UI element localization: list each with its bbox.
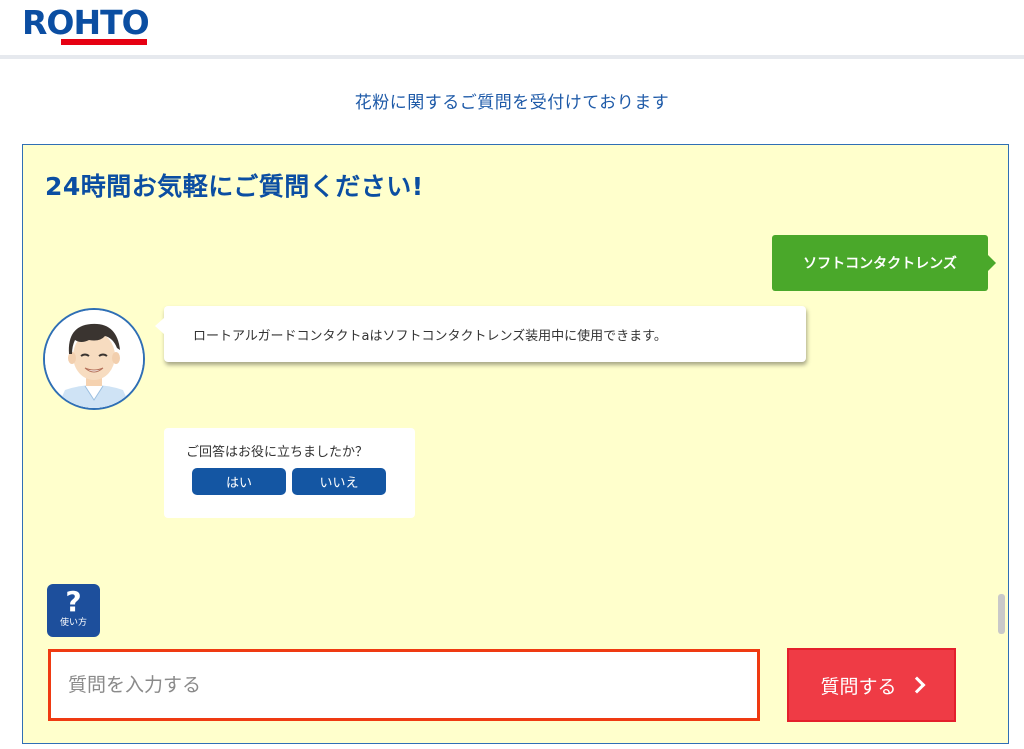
avatar-icon bbox=[43, 308, 145, 410]
help-button[interactable]: ? 使い方 bbox=[47, 584, 100, 637]
bot-message-bubble: ロートアルガードコンタクトaはソフトコンタクトレンズ装用中に使用できます。 bbox=[155, 306, 806, 362]
chat-scrollbar[interactable] bbox=[998, 594, 1005, 634]
question-input[interactable] bbox=[51, 652, 757, 718]
feedback-yes-button[interactable]: はい bbox=[192, 468, 286, 495]
feedback-no-button[interactable]: いいえ bbox=[292, 468, 386, 495]
submit-question-button[interactable]: 質問する bbox=[787, 648, 956, 722]
chevron-right-icon bbox=[908, 676, 925, 694]
site-header: ROHTO bbox=[0, 0, 1024, 59]
question-input-wrapper bbox=[48, 649, 760, 721]
submit-label: 質問する bbox=[820, 675, 897, 698]
avatar-illustration bbox=[45, 310, 143, 408]
page-subtitle: 花粉に関するご質問を受付けております bbox=[354, 93, 670, 113]
bot-message-text: ロートアルガードコンタクトaはソフトコンタクトレンズ装用中に使用できます。 bbox=[193, 328, 667, 344]
rohto-logo[interactable]: ROHTO bbox=[22, 3, 150, 47]
help-label: 使い方 bbox=[59, 618, 87, 628]
feedback-card: ご回答はお役に立ちましたか？ はい いいえ bbox=[164, 428, 415, 518]
logo-underline bbox=[61, 39, 147, 45]
logo-text: ROHTO bbox=[22, 3, 150, 42]
help-icon: ? bbox=[65, 585, 82, 618]
chat-title: 24時間お気軽にご質問ください! bbox=[45, 172, 424, 201]
chat-panel: 24時間お気軽にご質問ください! ソフトコンタクトレンズ ロートアルガードコンタ… bbox=[22, 144, 1009, 744]
user-message-text: ソフトコンタクトレンズ bbox=[803, 256, 957, 272]
user-message-bubble: ソフトコンタクトレンズ bbox=[772, 235, 996, 291]
feedback-question: ご回答はお役に立ちましたか？ bbox=[186, 445, 369, 460]
header-divider bbox=[0, 55, 1024, 59]
